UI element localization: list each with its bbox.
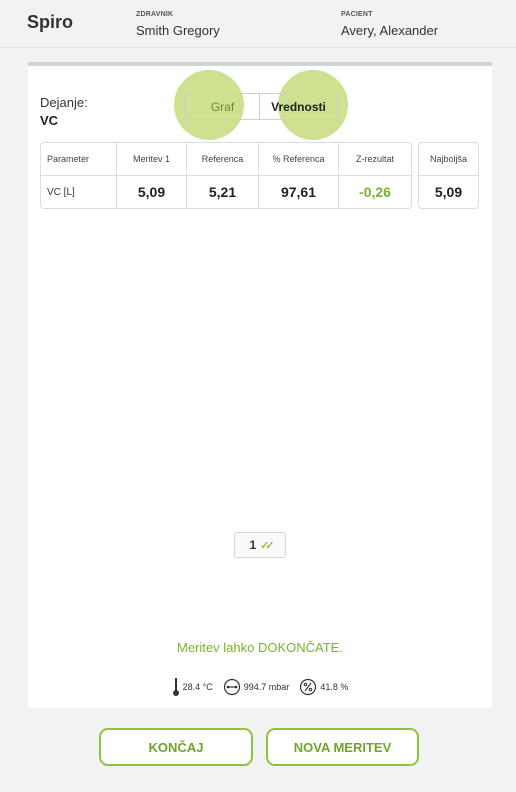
results-table: Parameter VC [L] Meritev 1 5,09 Referenc… [40,142,412,209]
header-parameter: Parameter [41,143,116,176]
doctor-label: ZDRAVNIK [136,11,174,18]
header-referenca: Referenca [187,143,258,176]
new-measurement-button[interactable]: NOVA MERITEV [266,728,419,766]
card-accent-bar [28,62,492,66]
humidity-value: 41.8 % [320,682,349,692]
measurement-page-indicator[interactable]: 1 ✓✓ [234,532,286,558]
header-meritev-1: Meritev 1 [117,143,186,176]
finish-button[interactable]: KONČAJ [99,728,253,766]
column-referenca: Referenca 5,21 [187,143,259,208]
header-z-rezultat: Z-rezultat [339,143,411,176]
pressure-value: 994.7 mbar [243,682,290,692]
temperature-reading: 28.4 °C [172,677,213,697]
top-bar: Spiro ZDRAVNIK Smith Gregory PACIENT Ave… [0,0,516,48]
best-value: 5,09 [434,184,463,200]
cell-referenca: 5,21 [208,184,237,200]
header-najboljsa: Najboljša [419,143,478,176]
header-pct-referenca: % Referenca [259,143,338,176]
environment-readings: 28.4 °C 994.7 mbar 41.8 % [28,677,492,697]
column-meritev-1: Meritev 1 5,09 [117,143,187,208]
cell-pct-referenca: 97,61 [280,184,317,200]
temperature-value: 28.4 °C [182,682,213,692]
patient-name: Avery, Alexander [341,23,439,38]
status-message: Meritev lahko DOKONČATE. [177,640,343,655]
app-title: Spiro [27,12,74,32]
cell-parameter: VC [L] [47,186,75,198]
column-z-rezultat: Z-rezultat -0,26 [339,143,411,208]
cell-z-rezultat: -0,26 [359,184,391,200]
humidity-reading: 41.8 % [299,678,348,696]
column-parameter: Parameter VC [L] [41,143,117,208]
column-pct-referenca: % Referenca 97,61 [259,143,339,208]
barometer-icon [223,678,241,696]
best-value-box: Najboljša 5,09 [418,142,479,209]
measurement-card: Dejanje: VC Graf Vrednosti Parameter VC … [28,62,492,708]
page-number: 1 [249,538,257,552]
tab-vrednosti[interactable]: Vrednosti [259,93,338,120]
thermometer-icon [172,677,180,697]
humidity-icon [299,678,317,696]
doctor-name: Smith Gregory [136,23,220,38]
tab-graf[interactable]: Graf [184,93,260,120]
cell-meritev-1: 5,09 [137,184,166,200]
pressure-reading: 994.7 mbar [223,678,290,696]
patient-label: PACIENT [341,11,373,18]
double-check-icon: ✓✓ [260,539,275,552]
action-value: VC [40,113,59,128]
action-label: Dejanje: [40,95,88,110]
